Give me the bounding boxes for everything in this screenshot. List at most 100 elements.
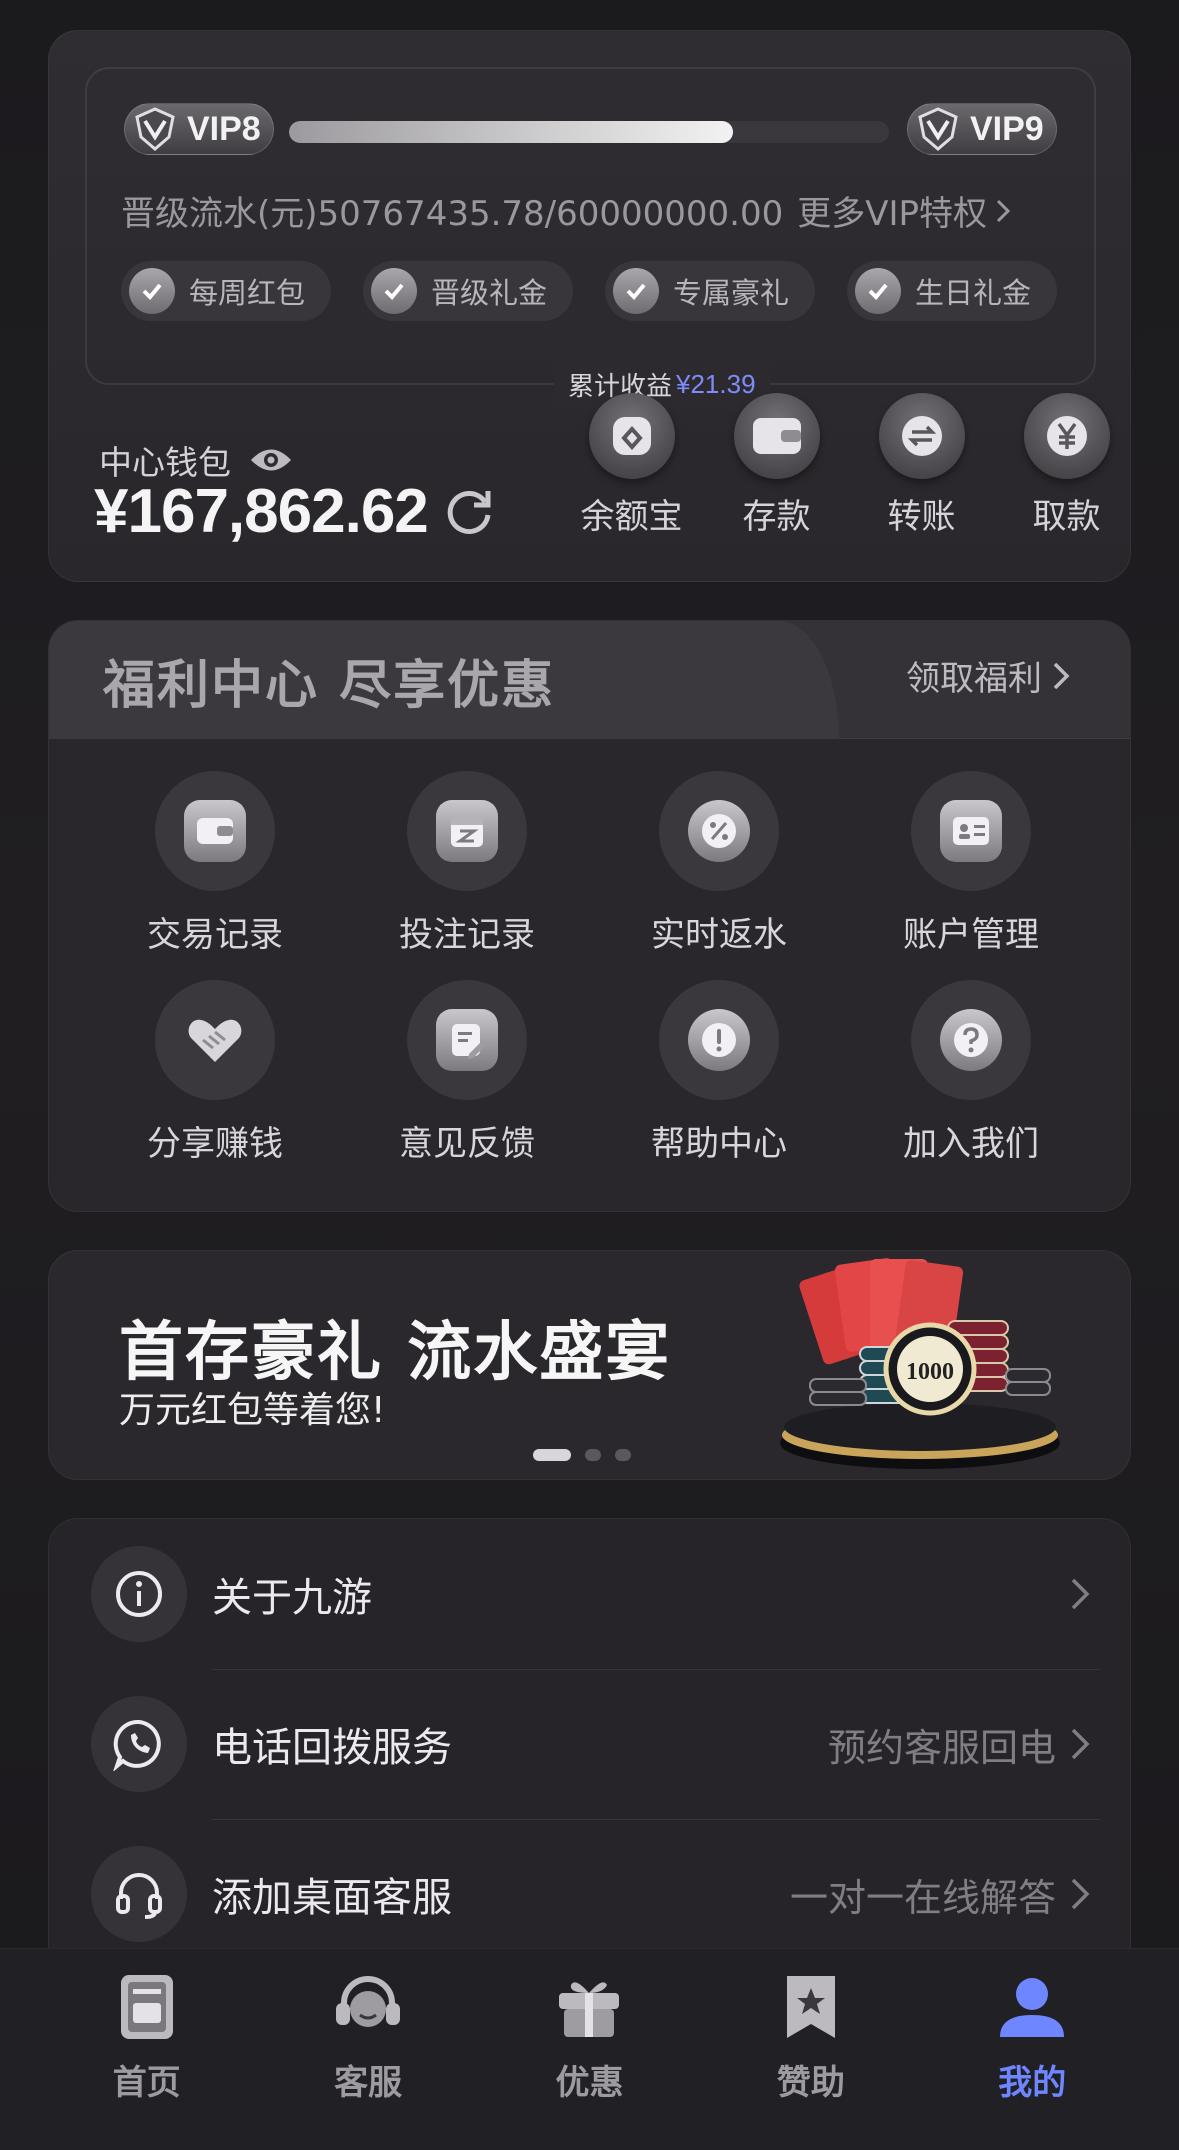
nav-label: 我的 <box>998 2063 1067 2103</box>
privilege-label: 专属豪礼 <box>673 276 790 310</box>
refresh-icon[interactable] <box>442 485 496 539</box>
exclamation-icon <box>659 980 779 1100</box>
action-label: 取款 <box>1032 497 1101 537</box>
chevron-right-icon <box>1071 1878 1090 1910</box>
action-label: 转账 <box>887 497 956 537</box>
nav-home[interactable]: 首页 <box>62 1971 232 2150</box>
welfare-title: 福利中心 尽享优惠 <box>103 656 556 716</box>
grid-label: 帮助中心 <box>651 1124 787 1164</box>
nav-label: 客服 <box>334 2063 403 2103</box>
yuebao-icon <box>588 393 675 479</box>
welfare-header: 福利中心 尽享优惠 领取福利 <box>49 621 1130 739</box>
info-icon <box>91 1546 187 1642</box>
privilege-pill[interactable]: 专属豪礼 <box>605 261 815 321</box>
list-item-callback[interactable]: 电话回拨服务 预约客服回电 <box>49 1669 1130 1819</box>
question-icon <box>911 980 1031 1100</box>
grid-item-join[interactable]: 加入我们 <box>845 980 1097 1165</box>
list-right <box>1056 1577 1090 1611</box>
list-right: 预约客服回电 <box>828 1717 1090 1772</box>
privilege-list: 每周红包 晋级礼金 专属豪礼 生日礼金 <box>121 261 1057 321</box>
wallet-icon <box>733 393 820 479</box>
grid-item-share[interactable]: 分享赚钱 <box>89 980 341 1165</box>
casino-chips-illustration: 1000 <box>780 1258 1060 1469</box>
privilege-label: 晋级礼金 <box>431 276 548 310</box>
list-right-text: 一对一在线解答 <box>789 1875 1056 1920</box>
grid-item-bets[interactable]: 投注记录 <box>341 771 593 956</box>
action-transfer[interactable]: 转账 <box>849 393 994 538</box>
action-deposit[interactable]: 存款 <box>704 393 849 538</box>
gift-icon <box>551 1971 627 2043</box>
vip-shield-icon <box>129 103 181 155</box>
vip-current-level: VIP8 <box>187 109 261 148</box>
list-label: 关于九游 <box>212 1575 372 1621</box>
pagination-dot-active[interactable] <box>533 1449 571 1461</box>
nav-promotions[interactable]: 优惠 <box>504 1971 674 2150</box>
list-right-text: 预约客服回电 <box>827 1725 1056 1770</box>
grid-label: 加入我们 <box>903 1124 1039 1164</box>
privilege-pill[interactable]: 晋级礼金 <box>363 261 573 321</box>
privilege-pill[interactable]: 生日礼金 <box>847 261 1057 321</box>
vip-next-badge: VIP9 <box>907 103 1057 155</box>
chevron-right-icon <box>1071 1728 1090 1760</box>
percent-badge-icon <box>659 771 779 891</box>
welfare-center-card: 福利中心 尽享优惠 领取福利 交易记录 投注记录 实时返水 账户管理 分享赚钱 <box>48 620 1131 1212</box>
grid-label: 交易记录 <box>147 915 283 955</box>
wallet-actions: 余额宝 存款 转账 取款 <box>559 393 1139 538</box>
grid-label: 账户管理 <box>903 915 1039 955</box>
grid-item-transactions[interactable]: 交易记录 <box>89 771 341 956</box>
list-label: 添加桌面客服 <box>212 1875 452 1921</box>
chevron-right-icon <box>996 199 1011 222</box>
banner-pagination <box>533 1449 631 1461</box>
home-icon <box>109 1971 185 2043</box>
nav-label: 赞助 <box>776 2063 845 2103</box>
promo-banner[interactable]: 首存豪礼 流水盛宴 万元红包等着您! 1000 <box>48 1250 1131 1480</box>
phone-chat-icon <box>91 1696 187 1792</box>
nav-label: 优惠 <box>555 2063 624 2103</box>
grid-item-feedback[interactable]: 意见反馈 <box>341 980 593 1165</box>
calendar-icon <box>407 771 527 891</box>
banner-title: 首存豪礼 流水盛宴 <box>119 1316 672 1390</box>
vip-wallet-card: VIP8 VIP9 晋级流水(元)50767435.78/60000000.00… <box>48 30 1131 582</box>
chevron-right-icon <box>1071 1578 1090 1610</box>
grid-item-account[interactable]: 账户管理 <box>845 771 1097 956</box>
privilege-pill[interactable]: 每周红包 <box>121 261 331 321</box>
list-item-about[interactable]: 关于九游 <box>49 1519 1130 1669</box>
claim-welfare-link[interactable]: 领取福利 <box>906 651 1070 700</box>
pagination-dot[interactable] <box>615 1449 631 1461</box>
eye-icon[interactable] <box>249 445 293 475</box>
grid-label: 实时返水 <box>651 915 787 955</box>
service-list: 关于九游 电话回拨服务 预约客服回电 添加桌面客服 一对一在线解答 <box>48 1518 1131 1978</box>
vip-current-badge: VIP8 <box>124 103 274 155</box>
bottom-nav: 首页 客服 优惠 赞助 我的 <box>0 1948 1179 2150</box>
bookmark-star-icon <box>773 1971 849 2043</box>
welfare-grid: 交易记录 投注记录 实时返水 账户管理 分享赚钱 意见反馈 帮助中心 加入我们 <box>89 771 1099 1165</box>
pagination-dot[interactable] <box>585 1449 601 1461</box>
grid-label: 投注记录 <box>399 915 535 955</box>
action-withdraw[interactable]: 取款 <box>994 393 1139 538</box>
grid-item-help[interactable]: 帮助中心 <box>593 980 845 1165</box>
check-icon <box>613 268 659 314</box>
list-label: 电话回拨服务 <box>212 1725 452 1771</box>
privilege-label: 每周红包 <box>189 276 306 310</box>
list-right: 一对一在线解答 <box>790 1867 1090 1922</box>
check-icon <box>129 268 175 314</box>
vip-flow-text: 晋级流水(元)50767435.78/60000000.00 <box>121 194 784 234</box>
more-privileges-link[interactable]: 更多VIP特权 <box>797 186 1011 235</box>
nav-label: 首页 <box>112 2063 181 2103</box>
nav-support[interactable]: 客服 <box>283 1971 453 2150</box>
wallet-icon <box>155 771 275 891</box>
support-icon <box>330 1971 406 2043</box>
vip-progress-fill <box>289 121 733 143</box>
action-yuebao[interactable]: 余额宝 <box>559 393 704 538</box>
list-item-desktop-support[interactable]: 添加桌面客服 一对一在线解答 <box>49 1819 1130 1969</box>
privilege-label: 生日礼金 <box>915 276 1032 310</box>
grid-item-rebate[interactable]: 实时返水 <box>593 771 845 956</box>
nav-profile[interactable]: 我的 <box>947 1971 1117 2150</box>
vip-shield-icon <box>912 103 964 155</box>
transfer-icon <box>878 393 965 479</box>
action-label: 存款 <box>742 497 811 537</box>
more-privileges-label: 更多VIP特权 <box>797 194 988 234</box>
nav-sponsor[interactable]: 赞助 <box>726 1971 896 2150</box>
vip-flow-row: 晋级流水(元)50767435.78/60000000.00 更多VIP特权 <box>121 186 1081 235</box>
check-icon <box>855 268 901 314</box>
